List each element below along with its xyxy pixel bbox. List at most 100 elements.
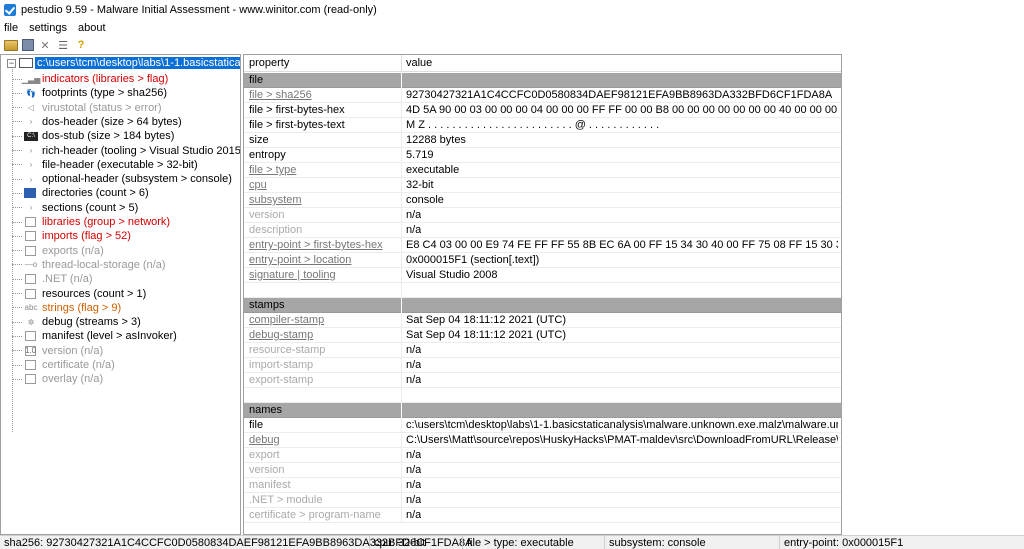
table-row[interactable]: manifest n/a (244, 478, 841, 493)
table-row[interactable]: entropy 5.719 (244, 148, 841, 163)
tree-item[interactable]: .NET (n/a) (12, 272, 93, 286)
virustotal-icon: ◁ (27, 103, 35, 113)
tree-connector (12, 264, 22, 266)
tree-item[interactable]: exports (n/a) (12, 244, 104, 258)
tree-item-label: strings (flag > 9) (42, 301, 122, 314)
value-cell: 5.719 (406, 149, 434, 161)
tree-item[interactable]: ▁▃▅ indicators (libraries > flag) (12, 72, 168, 86)
table-row[interactable]: export n/a (244, 448, 841, 463)
tree-item[interactable]: › file-header (executable > 32-bit) (12, 158, 198, 172)
property-cell[interactable]: file > type (249, 164, 296, 176)
tree-item[interactable]: —o thread-local-storage (n/a) (12, 258, 166, 272)
tree-item[interactable]: › sections (count > 5) (12, 201, 138, 215)
tree-connector (12, 78, 22, 80)
tree-item[interactable]: directories (count > 6) (12, 186, 149, 200)
table-row[interactable]: .NET > module n/a (244, 493, 841, 508)
menu-settings[interactable]: settings (29, 22, 67, 34)
table-row[interactable]: file > first-bytes-text M Z . . . . . . .… (244, 118, 841, 133)
table-row[interactable] (244, 388, 841, 403)
property-cell[interactable]: debug-stamp (249, 329, 313, 341)
tree-item[interactable]: abc strings (flag > 9) (12, 301, 121, 315)
tree-item-label: indicators (libraries > flag) (42, 73, 169, 85)
property-cell[interactable]: compiler-stamp (249, 314, 324, 326)
property-cell: names (249, 404, 283, 416)
tree-item[interactable]: › dos-header (size > 64 bytes) (12, 115, 182, 129)
open-folder-icon[interactable] (4, 39, 18, 51)
table-row[interactable]: cpu 32-bit (244, 178, 841, 193)
property-cell[interactable]: entry-point > first-bytes-hex (249, 239, 383, 251)
table-row[interactable]: debug-stamp Sat Sep 04 18:11:12 2021 (UTC… (244, 328, 841, 343)
property-cell[interactable]: signature | tooling (249, 269, 336, 281)
property-cell[interactable]: subsystem (249, 194, 302, 206)
table-row[interactable]: size 12288 bytes (244, 133, 841, 148)
tree-item[interactable]: imports (flag > 52) (12, 229, 131, 243)
value-cell: Sat Sep 04 18:11:12 2021 (UTC) (406, 314, 567, 326)
table-row[interactable]: import-stamp n/a (244, 358, 841, 373)
chevron-right-icon: › (29, 174, 33, 184)
table-row[interactable]: file > sha256 92730427321A1C4CCFC0D058083… (244, 88, 841, 103)
property-cell[interactable]: debug (249, 434, 280, 446)
table-row[interactable]: certificate > program-name n/a (244, 508, 841, 523)
list-icon[interactable]: ☰ (56, 39, 70, 52)
header-property[interactable]: property (249, 57, 289, 69)
tree-item[interactable]: C:\ dos-stub (size > 184 bytes) (12, 129, 174, 143)
tree-item[interactable]: certificate (n/a) (12, 358, 115, 372)
value-cell: n/a (406, 479, 422, 491)
tree-item[interactable]: ✲ debug (streams > 3) (12, 315, 141, 329)
help-icon[interactable]: ? (74, 39, 88, 52)
bar-chart-icon: ▁▃▅ (21, 74, 41, 84)
table-row[interactable]: description n/a (244, 223, 841, 238)
properties-table[interactable]: property value file file > sha256 92730427… (243, 54, 842, 535)
table-row[interactable]: signature | tooling Visual Studio 2008 (244, 268, 841, 283)
tree-item[interactable]: ◁ virustotal (status > error) (12, 101, 162, 115)
value-cell: 32-bit (406, 179, 434, 191)
value-cell: 4D 5A 90 00 03 00 00 00 04 00 00 00 FF F… (406, 104, 838, 116)
status-file-type: file > type: executable (463, 536, 605, 549)
table-row[interactable]: entry-point > location 0x000015F1 (sectio… (244, 253, 841, 268)
save-icon[interactable] (22, 39, 34, 51)
tree-item-label: sections (count > 5) (42, 201, 139, 214)
tree-item[interactable]: manifest (level > asInvoker) (12, 329, 177, 343)
menu-file[interactable]: file (4, 22, 18, 34)
tree-root[interactable]: − c:\users\tcm\desktop\labs\1-1.basicsta… (1, 56, 240, 70)
section-header-row[interactable]: stamps (244, 298, 841, 313)
property-cell: file > first-bytes-text (249, 119, 345, 131)
tree-item[interactable]: 1.0 version (n/a) (12, 344, 103, 358)
table-row[interactable]: export-stamp n/a (244, 373, 841, 388)
table-row[interactable] (244, 283, 841, 298)
property-cell: stamps (249, 299, 285, 311)
table-row[interactable]: debug C:\Users\Matt\source\repos\HuskyHac… (244, 433, 841, 448)
tree-item[interactable]: libraries (group > network) (12, 215, 170, 229)
table-row[interactable]: version n/a (244, 208, 841, 223)
status-cpu: cpu: 32-bit (370, 536, 463, 549)
tree-item-label: exports (n/a) (42, 244, 104, 257)
close-icon[interactable]: ✕ (38, 39, 52, 52)
property-cell[interactable]: cpu (249, 179, 267, 191)
tree-item[interactable]: › optional-header (subsystem > console) (12, 172, 232, 186)
section-header-row[interactable]: file (244, 73, 841, 88)
value-cell: n/a (406, 224, 422, 236)
tree-item[interactable]: overlay (n/a) (12, 372, 103, 386)
tree-pane[interactable]: − c:\users\tcm\desktop\labs\1-1.basicsta… (0, 54, 241, 535)
menu-about[interactable]: about (78, 22, 106, 34)
chevron-right-icon: › (29, 117, 33, 127)
tree-item[interactable]: resources (count > 1) (12, 287, 146, 301)
header-value[interactable]: value (406, 57, 432, 69)
menu-bar: file settings about (0, 19, 1024, 36)
table-row[interactable]: file > type executable (244, 163, 841, 178)
tree-connector (12, 278, 22, 280)
tree-item-label: rich-header (tooling > Visual Studio 201… (42, 144, 241, 157)
table-row[interactable]: compiler-stamp Sat Sep 04 18:11:12 2021 (… (244, 313, 841, 328)
table-row[interactable]: file > first-bytes-hex 4D 5A 90 00 03 00 … (244, 103, 841, 118)
tree-item[interactable]: › rich-header (tooling > Visual Studio 20… (12, 144, 241, 158)
table-row[interactable]: version n/a (244, 463, 841, 478)
table-row[interactable]: resource-stamp n/a (244, 343, 841, 358)
property-cell[interactable]: file > sha256 (249, 89, 312, 101)
table-row[interactable]: file c:\users\tcm\desktop\labs\1-1.basics… (244, 418, 841, 433)
tree-connector (12, 178, 22, 180)
tree-item[interactable]: 👣 footprints (type > sha256) (12, 86, 167, 100)
section-header-row[interactable]: names (244, 403, 841, 418)
table-row[interactable]: entry-point > first-bytes-hex E8 C4 03 00… (244, 238, 841, 253)
table-row[interactable]: subsystem console (244, 193, 841, 208)
property-cell[interactable]: entry-point > location (249, 254, 351, 266)
